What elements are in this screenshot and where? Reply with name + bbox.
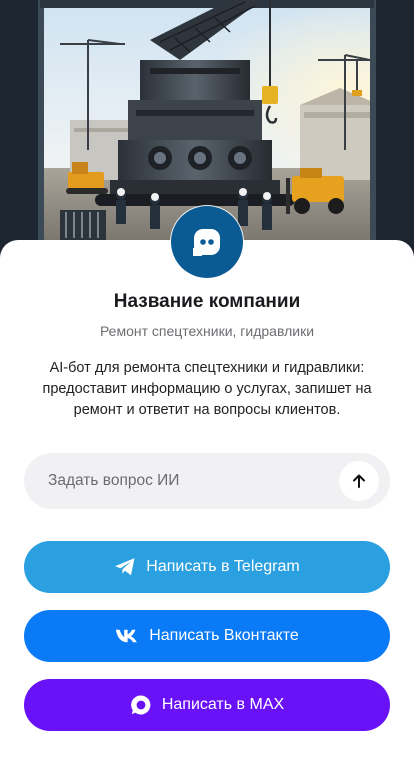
company-avatar (171, 206, 243, 278)
company-name: Название компании (113, 291, 301, 312)
vk-icon (115, 629, 139, 643)
chat-bot-icon (193, 229, 220, 256)
write-max-button[interactable]: Написать в MAX (24, 679, 390, 731)
write-max-label: Написать в MAX (161, 696, 285, 713)
write-vk-label: Написать Вконтакте (149, 627, 299, 644)
max-icon (130, 694, 152, 716)
write-telegram-button[interactable]: Написать в Telegram (24, 541, 390, 593)
arrow-up-icon (353, 474, 365, 488)
ask-ai-box (24, 453, 390, 509)
write-telegram-label: Написать в Telegram (146, 558, 300, 575)
write-vk-button[interactable]: Написать Вконтакте (24, 610, 390, 662)
telegram-icon (114, 557, 136, 577)
ask-ai-input[interactable] (48, 453, 338, 509)
company-subtitle: Ремонт спецтехники, гидравлики (99, 323, 315, 339)
bot-description: AI-бот для ремонта спецтехники и гидравл… (42, 360, 372, 418)
send-question-button[interactable] (339, 461, 379, 501)
